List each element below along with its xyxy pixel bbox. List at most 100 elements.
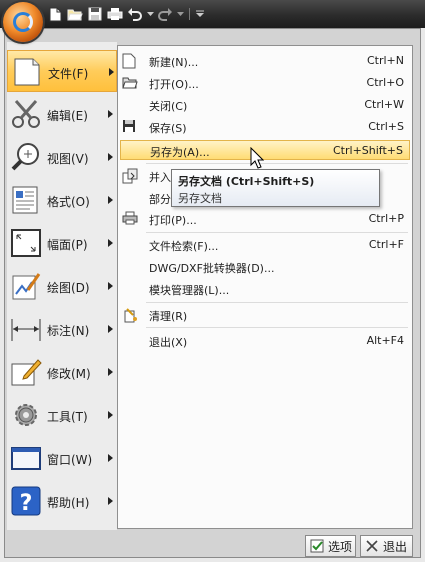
category-sheet[interactable]: 幅面(P) [7,222,117,264]
svg-text:?: ? [20,491,33,516]
category-label: 帮助(H) [47,496,90,510]
category-label: 视图(V) [47,152,89,166]
options-button[interactable]: 选项 [305,535,356,557]
menu-item-shortcut: Alt+F4 [366,334,404,347]
category-list: 文件(F) 编辑(E) 视图(V) 格式(O) 幅面(P) 绘图(D) 标注(N… [7,42,117,530]
menu-item-label: 保存(S) [149,122,187,135]
exit-button[interactable]: 退出 [360,535,413,557]
menu-item-label: 并入 [149,171,171,184]
menu-item-label: 清理(R) [149,310,188,323]
menu-item-shortcut: Ctrl+F [368,238,404,251]
menu-item-shortcut: Ctrl+O [366,76,404,89]
menu-item-shortcut: Ctrl+P [368,212,404,225]
menu-item-shortcut: Ctrl+N [366,54,404,67]
menu-divider [146,302,408,303]
menu-item-new[interactable]: 新建(N)... Ctrl+N [120,51,410,71]
chevron-right-icon [108,282,113,290]
menu-item-save[interactable]: 保存(S) Ctrl+S [120,117,410,137]
category-label: 文件(F) [48,67,89,81]
menu-item-batch-converter[interactable]: DWG/DXF批转换器(D)... [120,257,410,277]
category-label: 编辑(E) [47,109,88,123]
category-label: 绘图(D) [47,281,90,295]
menu-item-open[interactable]: 打开(O)... Ctrl+O [120,73,410,93]
menu-divider [146,327,408,328]
scissors-icon [10,97,42,131]
dimension-icon [10,312,42,346]
chevron-right-icon [109,68,114,76]
category-draw[interactable]: 绘图(D) [7,265,117,307]
menu-item-clean[interactable]: 清理(R) [120,305,410,325]
open-icon [122,75,138,91]
file-icon [11,55,43,89]
view-zoom-icon [10,140,42,174]
format-icon [10,183,42,217]
menu-item-label: DWG/DXF批转换器(D)... [149,262,275,275]
chevron-right-icon [108,368,113,376]
menu-item-shortcut: Ctrl+W [364,98,404,111]
chevron-right-icon [108,153,113,161]
gear-icon [10,398,42,432]
category-label: 修改(M) [47,367,91,381]
menu-item-label: 文件检索(F)... [149,240,219,253]
file-submenu: 新建(N)... Ctrl+N 打开(O)... Ctrl+O 关闭(C) Ct… [117,45,413,529]
open-icon[interactable] [66,5,84,23]
save-icon[interactable] [86,5,104,23]
undo-icon[interactable] [126,5,144,23]
new-icon[interactable] [46,5,64,23]
category-label: 窗口(W) [47,453,93,467]
menu-item-file-search[interactable]: 文件检索(F)... Ctrl+F [120,235,410,255]
menu-item-label: 打开(O)... [149,78,199,91]
chevron-right-icon [108,196,113,204]
modify-icon [10,355,42,389]
menu-item-close[interactable]: 关闭(C) Ctrl+W [120,95,410,115]
chevron-right-icon [108,325,113,333]
category-window[interactable]: 窗口(W) [7,437,117,479]
menu-item-label: 关闭(C) [149,100,188,113]
clean-icon [122,307,138,323]
quick-access-toolbar [0,0,425,28]
print-icon[interactable] [106,5,124,23]
chevron-right-icon [108,239,113,247]
menu-item-exit[interactable]: 退出(X) Alt+F4 [120,331,410,351]
toolbar-divider [189,8,190,20]
menu-divider [146,163,408,164]
app-menu-icon[interactable] [3,2,43,42]
chevron-right-icon [108,454,113,462]
category-dimension[interactable]: 标注(N) [7,308,117,350]
menu-item-module-manager[interactable]: 模块管理器(L)... [120,279,410,299]
menu-item-print[interactable]: 打印(P)... Ctrl+P [120,209,410,229]
tooltip-title: 另存文档 (Ctrl+Shift+S) [178,175,315,188]
category-format[interactable]: 格式(O) [7,179,117,221]
category-help[interactable]: ? 帮助(H) [7,480,117,522]
category-modify[interactable]: 修改(M) [7,351,117,393]
redo-icon[interactable] [156,5,174,23]
redo-dropdown-icon[interactable] [176,5,184,23]
close-icon [364,538,380,554]
draw-icon [10,269,42,303]
menu-item-label: 退出(X) [149,336,188,349]
sheet-icon [10,226,42,260]
options-button-label: 选项 [328,539,353,554]
undo-dropdown-icon[interactable] [146,5,154,23]
menu-item-shortcut: Ctrl+Shift+S [333,144,403,157]
save-icon [122,119,138,135]
category-label: 格式(O) [47,195,90,209]
merge-icon [122,168,138,184]
save-as-tooltip: 另存文档 (Ctrl+Shift+S) 另存文档 [171,169,380,207]
category-edit[interactable]: 编辑(E) [7,93,117,135]
menu-item-label: 打印(P)... [149,214,197,227]
tooltip-description: 另存文档 [178,192,222,205]
category-view[interactable]: 视图(V) [7,136,117,178]
menu-item-save-as[interactable]: 另存为(A)... Ctrl+Shift+S [120,140,410,160]
category-tools[interactable]: 工具(T) [7,394,117,436]
category-label: 标注(N) [47,324,90,338]
exit-button-label: 退出 [383,539,408,554]
chevron-right-icon [108,411,113,419]
category-file[interactable]: 文件(F) [7,50,117,92]
category-label: 工具(T) [47,410,88,424]
window-icon [10,441,42,475]
quick-access-buttons [46,5,205,23]
chevron-right-icon [108,497,113,505]
customize-icon[interactable] [195,5,205,23]
chevron-right-icon [108,110,113,118]
